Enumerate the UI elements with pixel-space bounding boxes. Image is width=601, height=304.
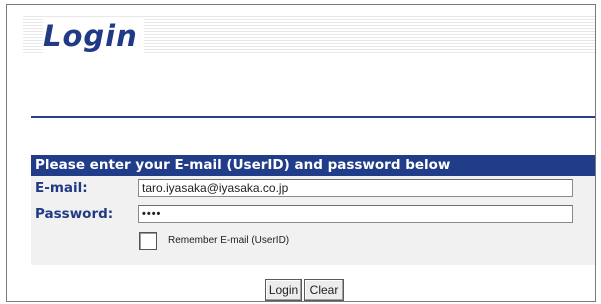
login-button[interactable]: Login <box>265 279 302 301</box>
remember-email-checkbox[interactable] <box>139 232 157 250</box>
form-instructions-header: Please enter your E-mail (UserID) and pa… <box>31 155 595 176</box>
login-form: E-mail: Password: Remember E-mail (UserI… <box>31 176 595 265</box>
password-field[interactable] <box>138 205 573 223</box>
remember-email-label[interactable]: Remember E-mail (UserID) <box>168 234 289 248</box>
clear-button[interactable]: Clear <box>304 279 344 301</box>
email-field[interactable] <box>138 179 573 197</box>
page-title: Login <box>43 19 144 53</box>
title-divider <box>31 116 595 118</box>
login-page: Login Please enter your E-mail (UserID) … <box>6 4 596 302</box>
password-label: Password: <box>35 206 114 222</box>
email-label: E-mail: <box>35 180 88 196</box>
